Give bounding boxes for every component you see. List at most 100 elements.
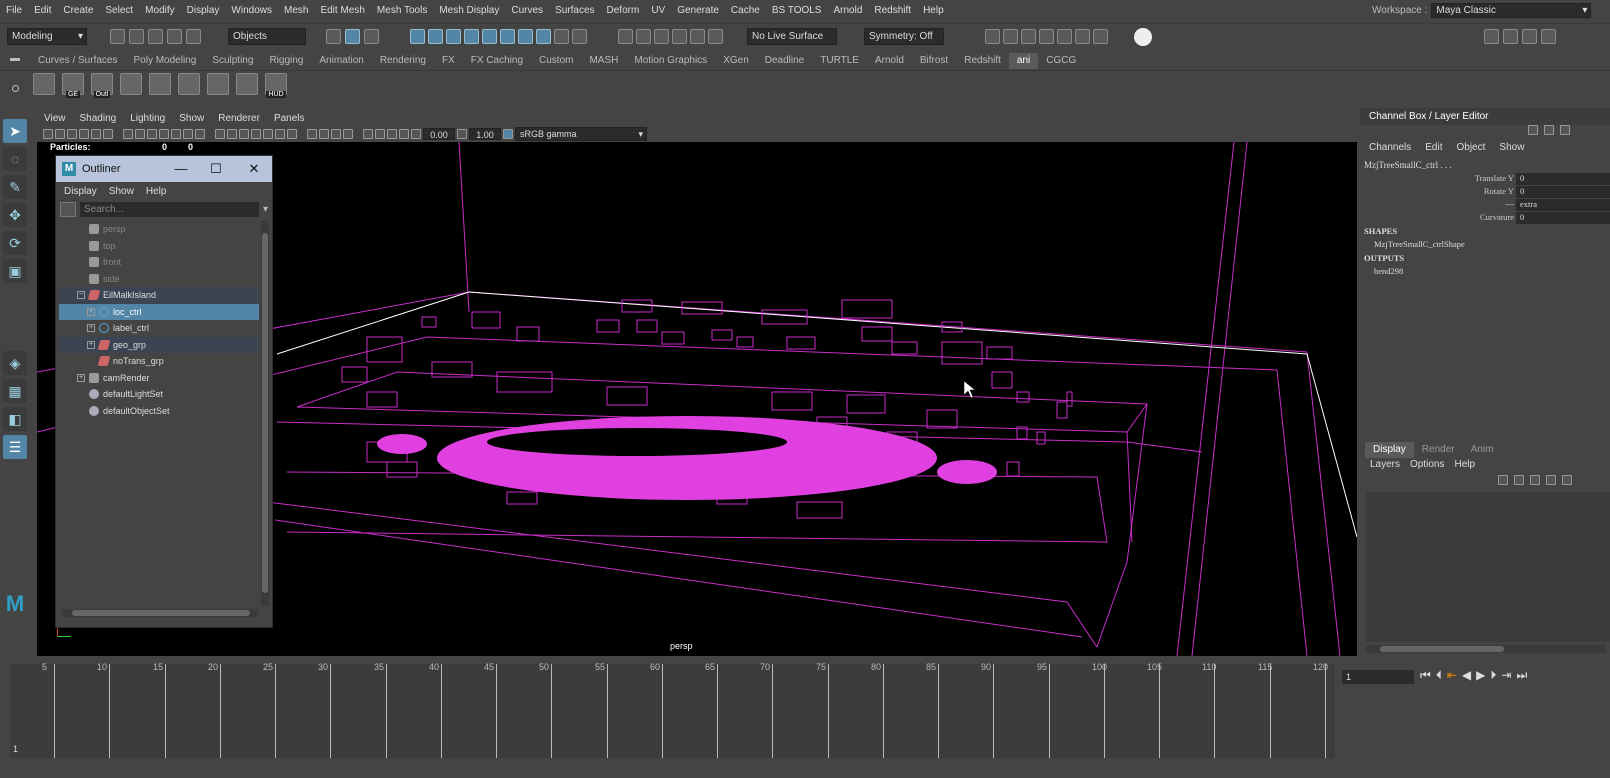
outliner-item-loc-ctrl[interactable]: + loc_ctrl <box>59 303 259 320</box>
lock-icon[interactable] <box>554 29 569 44</box>
mask-rendering-icon[interactable] <box>518 29 533 44</box>
snap-magnet-icon[interactable] <box>708 29 723 44</box>
output-node[interactable]: bend298 <box>1374 266 1403 276</box>
selection-mask-dropdown[interactable]: Objects <box>228 28 306 45</box>
color-management-icon[interactable] <box>503 129 513 139</box>
menu-item-edit-mesh[interactable]: Edit Mesh <box>314 5 370 16</box>
menu-item-modify[interactable]: Modify <box>139 5 180 16</box>
step-forward-key-icon[interactable]: ⏵ <box>1490 668 1496 683</box>
sign-in-icon[interactable] <box>1134 28 1152 46</box>
shelf-button[interactable] <box>207 73 229 98</box>
outliner-item-side[interactable]: side <box>59 271 259 288</box>
expand-toggle-icon[interactable]: + <box>87 307 95 316</box>
channel-menu-show[interactable]: Show <box>1499 142 1524 153</box>
step-forward-frame-icon[interactable]: ⇥ <box>1501 668 1511 683</box>
modeling-toolkit-icon[interactable] <box>1484 29 1499 44</box>
play-backwards-icon[interactable]: ◀ <box>1462 668 1471 683</box>
new-scene-icon[interactable] <box>110 29 125 44</box>
workspace-dropdown[interactable]: Maya Classic ▾ <box>1431 3 1592 18</box>
open-scene-icon[interactable] <box>129 29 144 44</box>
menu-item-mesh-display[interactable]: Mesh Display <box>433 5 505 16</box>
2d-pan-zoom-icon[interactable] <box>91 129 101 139</box>
symmetry-dropdown[interactable]: Symmetry: Off <box>864 28 944 45</box>
shelf-button[interactable]: GE <box>62 73 84 98</box>
scale-tool-icon[interactable]: ▣ <box>3 259 27 283</box>
shelf-tab-rigging[interactable]: Rigging <box>261 53 311 69</box>
layer-menu-options[interactable]: Options <box>1410 459 1444 470</box>
outliner-item-geo-grp[interactable]: + geo_grp <box>59 336 259 353</box>
shelf-collapse-icon[interactable] <box>10 58 20 61</box>
textured-icon[interactable] <box>263 129 273 139</box>
hypershade-icon[interactable] <box>1057 29 1072 44</box>
current-frame-field[interactable]: 1 <box>1342 670 1414 684</box>
shelf-button[interactable] <box>236 73 258 98</box>
attribute-value[interactable]: 0 <box>1516 212 1610 224</box>
gate-mask-icon[interactable] <box>159 129 169 139</box>
object-mode-icon[interactable] <box>345 29 360 44</box>
select-camera-icon[interactable] <box>43 129 53 139</box>
gamma-icon[interactable] <box>457 129 467 139</box>
snap-view-plane-icon[interactable] <box>672 29 687 44</box>
shelf-options-icon[interactable] <box>12 85 19 92</box>
lasso-tool-icon[interactable]: ◌ <box>3 147 27 171</box>
filter-icon[interactable] <box>60 202 76 217</box>
rotate-tool-icon[interactable]: ⟳ <box>3 231 27 255</box>
shelf-tab-custom[interactable]: Custom <box>531 53 581 69</box>
field-chart-icon[interactable] <box>171 129 181 139</box>
expand-toggle-icon[interactable]: + <box>77 373 85 382</box>
channel-box-icon[interactable] <box>1541 29 1556 44</box>
image-plane-icon[interactable] <box>79 129 89 139</box>
mask-dynamics-icon[interactable] <box>500 29 515 44</box>
shelf-tab-ani[interactable]: ani <box>1008 53 1039 69</box>
attribute-row[interactable]: Rotate Y0 <box>1360 186 1610 199</box>
attribute-value[interactable]: 0 <box>1516 186 1610 198</box>
use-all-lights-icon[interactable] <box>275 129 285 139</box>
isolate-select-icon[interactable] <box>363 129 373 139</box>
shelf-button[interactable]: HUD <box>265 73 287 98</box>
camera-attributes-icon[interactable] <box>55 129 65 139</box>
mask-surfaces-icon[interactable] <box>464 29 479 44</box>
attribute-row[interactable]: Translate Y0 <box>1360 173 1610 186</box>
view-transform-dropdown[interactable]: sRGB gamma ▾ <box>515 127 647 141</box>
outliner-item-defaultlightset[interactable]: defaultLightSet <box>59 386 259 403</box>
render-frame-icon[interactable] <box>1003 29 1018 44</box>
chevron-down-icon[interactable]: ▾ <box>263 204 268 215</box>
safe-action-icon[interactable] <box>183 129 193 139</box>
attribute-row[interactable]: Curvature 0 <box>1360 212 1610 225</box>
layer-editor-scrollbar[interactable] <box>1366 645 1606 653</box>
undo-icon[interactable] <box>167 29 182 44</box>
expand-toggle-icon[interactable]: + <box>87 324 95 332</box>
shelf-tab-sculpting[interactable]: Sculpting <box>204 53 261 69</box>
maximize-icon[interactable]: ☐ <box>207 160 225 178</box>
shelf-tab-mash[interactable]: MASH <box>581 53 626 69</box>
layer-tab-display[interactable]: Display <box>1365 442 1414 458</box>
outliner-item-top[interactable]: top <box>59 238 259 255</box>
render-settings-icon[interactable] <box>1039 29 1054 44</box>
exposure-field[interactable]: 0.00 <box>423 128 455 140</box>
new-empty-layer-icon[interactable] <box>1530 475 1540 485</box>
outliner-item-defaultobjectset[interactable]: defaultObjectSet <box>59 403 259 420</box>
layer-tab-anim[interactable]: Anim <box>1463 442 1502 458</box>
outliner-item-label-ctrl[interactable]: + label_ctrl <box>59 320 259 337</box>
wireframe-icon[interactable] <box>215 129 225 139</box>
exposure-icon[interactable] <box>411 129 421 139</box>
scroll-thumb[interactable] <box>1380 646 1504 652</box>
xray-joints-icon[interactable] <box>387 129 397 139</box>
layer-menu-layers[interactable]: Layers <box>1370 459 1400 470</box>
redo-icon[interactable] <box>186 29 201 44</box>
move-layer-down-icon[interactable] <box>1514 475 1524 485</box>
two-view-layout-icon[interactable]: ◧ <box>3 407 27 431</box>
snap-curve-icon[interactable] <box>636 29 651 44</box>
smooth-shade-icon[interactable] <box>227 129 237 139</box>
close-icon[interactable]: ✕ <box>245 160 263 178</box>
shelf-tab-arnold[interactable]: Arnold <box>867 53 912 69</box>
grease-pencil-icon[interactable] <box>103 129 113 139</box>
mask-curves-icon[interactable] <box>446 29 461 44</box>
shelf-tab-fx[interactable]: FX <box>434 53 463 69</box>
move-layer-up-icon[interactable] <box>1498 475 1508 485</box>
go-to-end-icon[interactable]: ⏭ <box>1516 668 1527 683</box>
mask-joints-icon[interactable] <box>428 29 443 44</box>
default-material-icon[interactable] <box>239 129 249 139</box>
mask-handles-icon[interactable] <box>410 29 425 44</box>
attribute-value[interactable]: 0 <box>1516 173 1610 185</box>
